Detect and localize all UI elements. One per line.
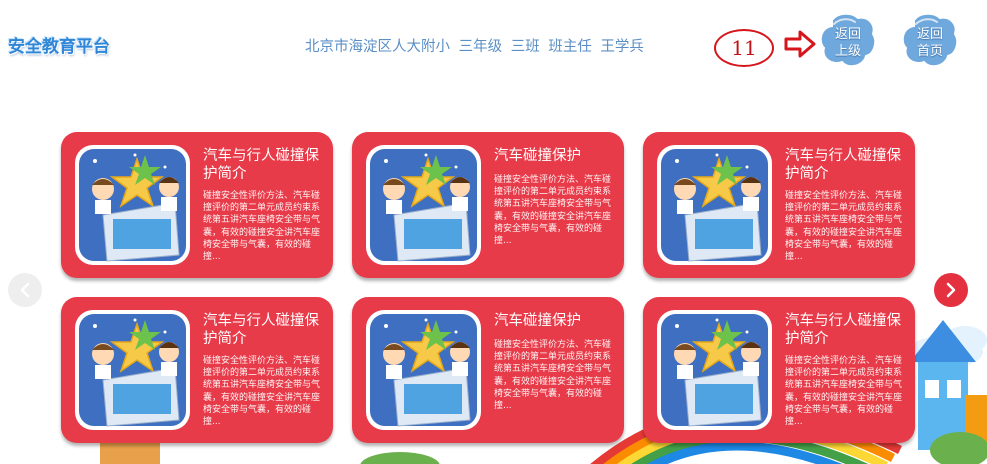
lesson-description: 碰撞安全性评价方法、汽车碰撞评价的第二单元成员约束系统第五讲汽车座椅安全带与气囊… xyxy=(494,340,612,412)
lesson-card[interactable]: 汽车与行人碰撞保护简介 碰撞安全性评价方法、汽车碰撞评价的第二单元成员约束系统第… xyxy=(61,132,333,278)
carousel-next-button[interactable] xyxy=(934,273,968,307)
lesson-card[interactable]: 汽车碰撞保护 碰撞安全性评价方法、汽车碰撞评价的第二单元成员约束系统第五讲汽车座… xyxy=(352,132,624,278)
lesson-card[interactable]: 汽车碰撞保护 碰撞安全性评价方法、汽车碰撞评价的第二单元成员约束系统第五讲汽车座… xyxy=(352,297,624,443)
lesson-description: 碰撞安全性评价方法、汽车碰撞评价的第二单元成员约束系统第五讲汽车座椅安全带与气囊… xyxy=(785,356,903,428)
lesson-description: 碰撞安全性评价方法、汽车碰撞评价的第二单元成员约束系统第五讲汽车座椅安全带与气囊… xyxy=(785,191,903,263)
step-marker: 11 xyxy=(714,29,774,67)
lesson-title: 汽车与行人碰撞保护简介 xyxy=(785,313,901,347)
lesson-thumbnail xyxy=(366,145,481,265)
chevron-right-icon xyxy=(946,282,956,298)
carousel-prev-button[interactable] xyxy=(8,273,42,307)
lesson-thumbnail xyxy=(75,145,190,265)
lesson-thumbnail xyxy=(657,310,772,430)
lesson-thumbnail xyxy=(75,310,190,430)
home-button-line1: 返回 xyxy=(916,27,943,42)
back-button-line2: 上级 xyxy=(834,44,861,59)
lesson-description: 碰撞安全性评价方法、汽车碰撞评价的第二单元成员约束系统第五讲汽车座椅安全带与气囊… xyxy=(494,175,612,247)
arrow-right-icon xyxy=(784,30,816,58)
lesson-description: 碰撞安全性评价方法、汽车碰撞评价的第二单元成员约束系统第五讲汽车座椅安全带与气囊… xyxy=(203,191,321,263)
lesson-title: 汽车与行人碰撞保护简介 xyxy=(203,313,319,347)
lesson-title: 汽车与行人碰撞保护简介 xyxy=(785,148,901,182)
chevron-left-icon xyxy=(20,282,30,298)
back-button[interactable]: 返回 上级 xyxy=(818,12,878,70)
lesson-card[interactable]: 汽车与行人碰撞保护简介 碰撞安全性评价方法、汽车碰撞评价的第二单元成员约束系统第… xyxy=(643,297,915,443)
lesson-title: 汽车与行人碰撞保护简介 xyxy=(203,148,319,182)
home-button[interactable]: 返回 首页 xyxy=(900,12,960,70)
logo: 安全教育平台 xyxy=(8,37,110,57)
lesson-thumbnail xyxy=(657,145,772,265)
back-button-line1: 返回 xyxy=(834,27,861,42)
lesson-title: 汽车碰撞保护 xyxy=(494,313,581,329)
home-button-line2: 首页 xyxy=(916,44,943,59)
lesson-card[interactable]: 汽车与行人碰撞保护简介 碰撞安全性评价方法、汽车碰撞评价的第二单元成员约束系统第… xyxy=(643,132,915,278)
lesson-thumbnail xyxy=(366,310,481,430)
lesson-card[interactable]: 汽车与行人碰撞保护简介 碰撞安全性评价方法、汽车碰撞评价的第二单元成员约束系统第… xyxy=(61,297,333,443)
school-class-info: 北京市海淀区人大附小 三年级 三班 班主任 王学兵 xyxy=(305,39,644,55)
lesson-title: 汽车碰撞保护 xyxy=(494,148,581,164)
lesson-description: 碰撞安全性评价方法、汽车碰撞评价的第二单元成员约束系统第五讲汽车座椅安全带与气囊… xyxy=(203,356,321,428)
